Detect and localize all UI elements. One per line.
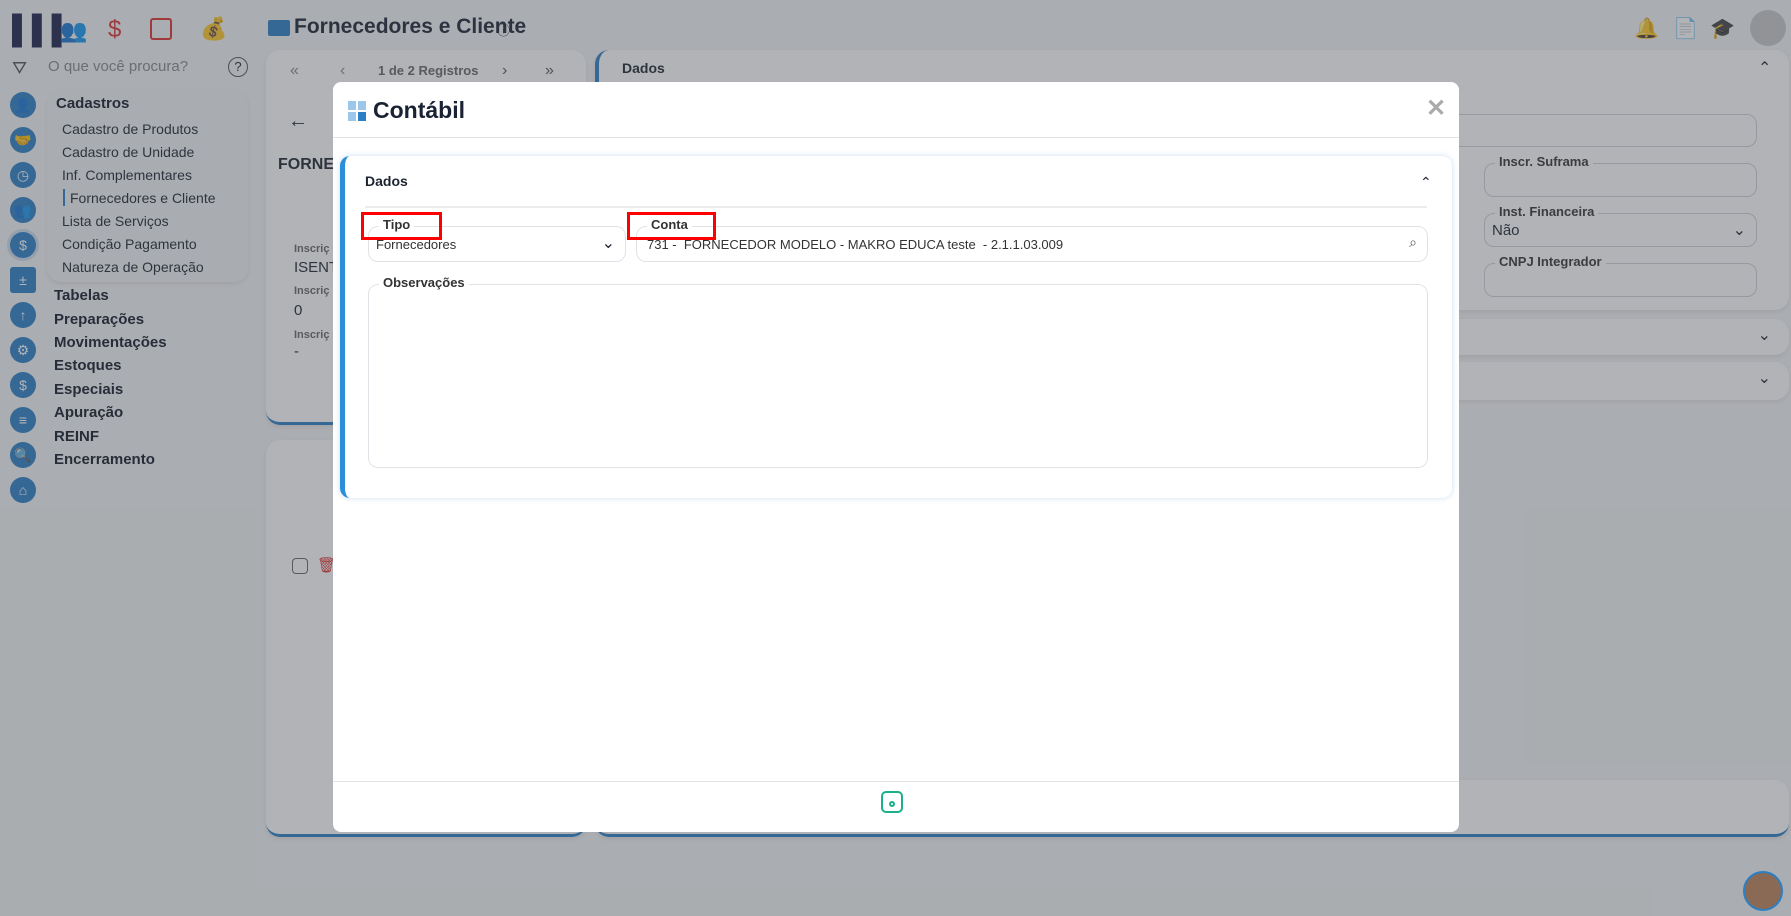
conta-search-field[interactable]: Conta 731 - FORNECEDOR MODELO - MAKRO EDU… [636,217,1428,262]
highlight-conta [627,212,716,240]
chevron-down-icon: ⌄ [601,235,615,252]
collapse-icon[interactable]: ⌃ [1420,174,1432,191]
modal-header-divider [333,137,1459,138]
calculator-icon [348,101,366,121]
observacoes-textarea[interactable]: Observações [368,275,1428,468]
section-divider [365,206,1427,208]
close-icon[interactable]: ✕ [1426,94,1446,123]
highlight-tipo [361,212,442,240]
observacoes-label: Observações [379,275,469,290]
save-button[interactable] [881,791,903,813]
search-icon[interactable]: ⌕ [1409,234,1417,251]
section-title: Dados [365,173,408,189]
modal-footer-divider [333,781,1459,782]
assistant-avatar[interactable] [1743,871,1783,911]
contabil-modal: Contábil ✕ Dados ⌃ Tipo Fornecedores ⌄ Con… [333,82,1459,832]
save-icon [889,801,895,807]
modal-title: Contábil [373,97,465,123]
